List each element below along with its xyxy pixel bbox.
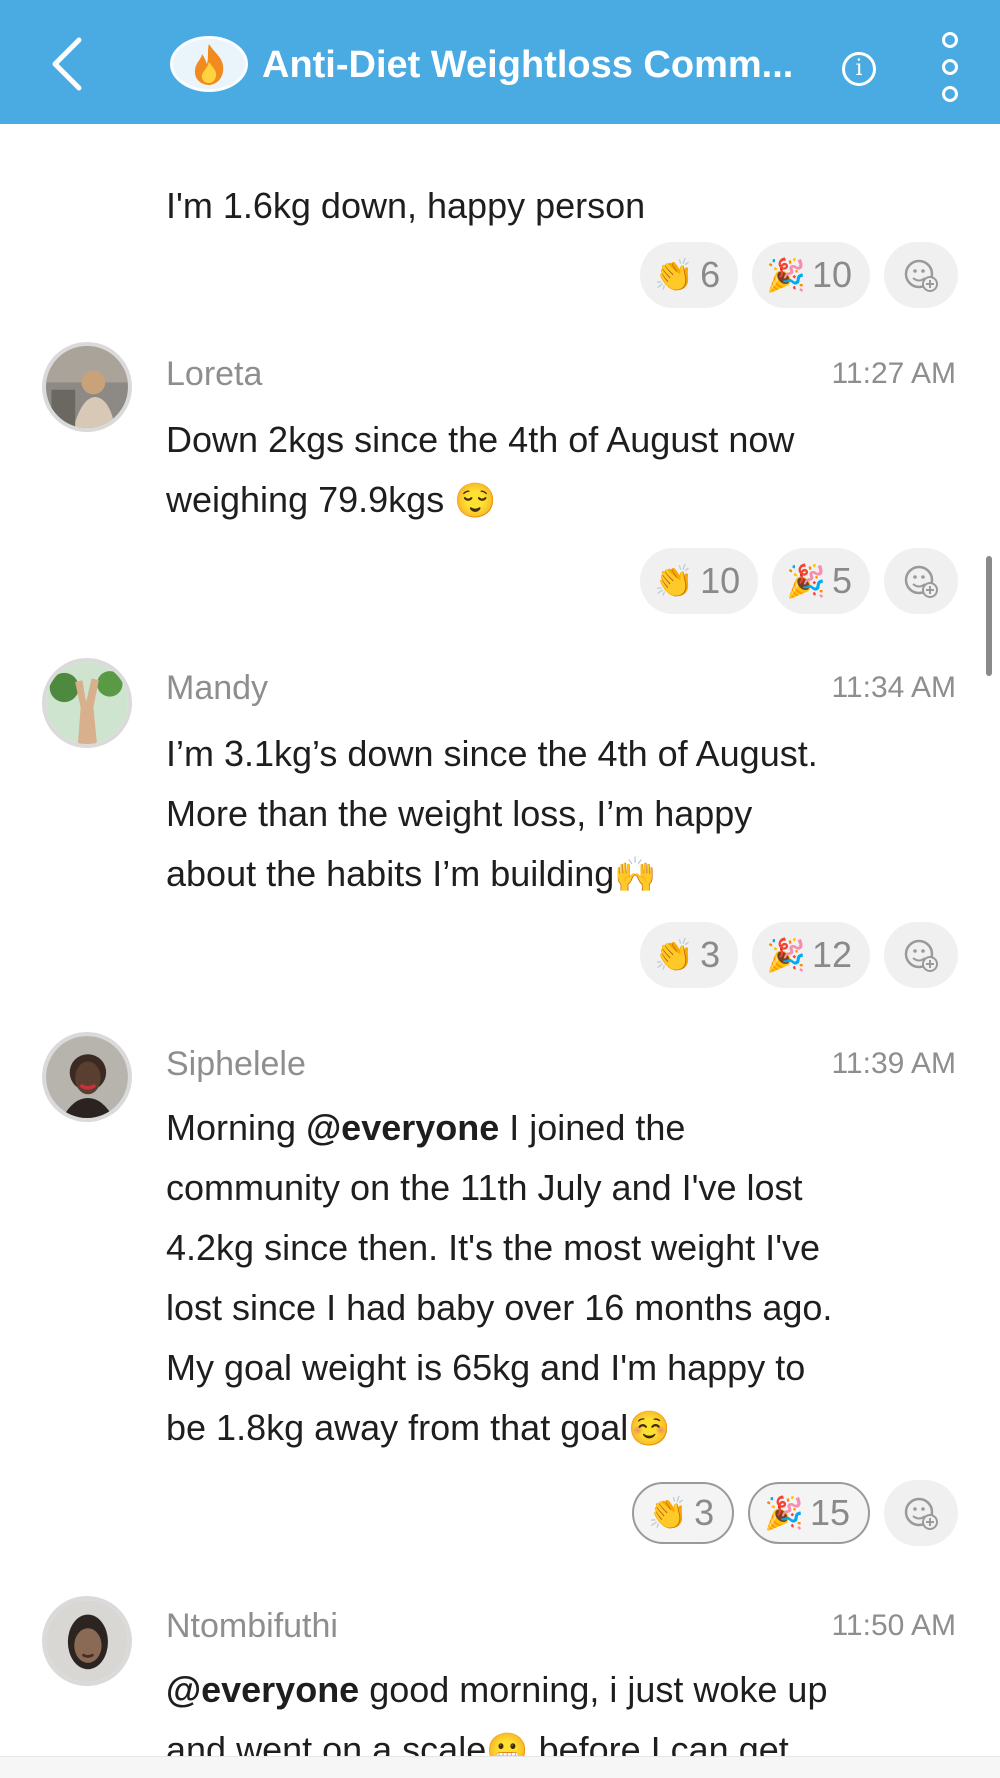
party-popper-icon: 🎉 (766, 257, 806, 293)
reaction-count: 5 (831, 560, 852, 601)
message-line: Down 2kgs since the 4th of August now (166, 419, 795, 460)
message-line-text: good morning, i just woke up (359, 1669, 828, 1710)
clap-reaction[interactable]: 👏 10 (640, 548, 759, 614)
clap-icon: 👏 (654, 563, 695, 599)
add-emoji-icon (904, 1497, 938, 1530)
message-line: @everyone good morning, i just woke up (166, 1660, 966, 1720)
message-line: I’m 3.1kg’s down since the 4th of August… (166, 733, 818, 774)
clap-icon: 👏 (654, 257, 695, 293)
message-author[interactable]: Mandy (166, 666, 268, 710)
dot-icon (942, 32, 958, 48)
message-line: weighing 79.9kgs 😌 (166, 470, 966, 531)
message-line: lost since I had baby over 16 months ago… (166, 1287, 833, 1328)
message-line: More than the weight loss, I’m happy (166, 793, 753, 834)
mention[interactable]: @everyone (166, 1669, 359, 1710)
add-emoji-icon (904, 259, 938, 292)
message-line-text: I joined the (499, 1107, 686, 1148)
scrollbar[interactable] (986, 556, 992, 676)
message-time: 11:27 AM (831, 357, 956, 390)
avatar-photo (46, 346, 128, 428)
avatar-photo (46, 1036, 128, 1118)
party-popper-icon: 🎉 (786, 563, 826, 599)
message-text: Morning @everyone I joined the community… (166, 1098, 966, 1459)
add-emoji-icon (904, 939, 938, 972)
message-author[interactable]: Loreta (166, 352, 262, 396)
add-emoji-icon (904, 565, 938, 598)
clap-reaction[interactable]: 👏 6 (640, 242, 739, 308)
message-time: 11:34 AM (831, 671, 956, 704)
raised-hands-icon: 🙌 (614, 856, 657, 894)
mention[interactable]: @everyone (306, 1107, 499, 1148)
add-reaction-button[interactable] (884, 242, 958, 308)
message-line: My goal weight is 65kg and I'm happy to (166, 1347, 806, 1388)
party-reaction[interactable]: 🎉 12 (752, 922, 870, 988)
message-line: Morning @everyone I joined the (166, 1107, 686, 1148)
composer-edge (0, 1756, 1000, 1778)
clap-icon: 👏 (654, 937, 695, 973)
message-line-text: be 1.8kg away from that goal (166, 1407, 629, 1448)
message-text: Down 2kgs since the 4th of August now we… (166, 410, 966, 531)
message-text: I’m 3.1kg’s down since the 4th of August… (166, 724, 966, 905)
message-line: 4.2kg since then. It's the most weight I… (166, 1227, 821, 1268)
more-options-button[interactable] (938, 32, 962, 102)
group-avatar[interactable] (170, 36, 248, 92)
chevron-left-icon (52, 37, 82, 91)
add-reaction-button[interactable] (884, 548, 958, 614)
chat-title[interactable]: Anti-Diet Weightloss Comm... (262, 42, 832, 88)
reaction-count: 3 (700, 934, 721, 975)
avatar[interactable] (42, 1596, 132, 1686)
message-author[interactable]: Siphelele (166, 1042, 306, 1086)
reaction-count: 3 (694, 1492, 715, 1533)
message-author[interactable]: Ntombifuthi (166, 1604, 338, 1648)
relieved-face-icon: 😌 (454, 482, 497, 520)
clap-icon: 👏 (648, 1495, 689, 1531)
reaction-count: 6 (700, 254, 721, 295)
reaction-bar: 👏 6 🎉 10 (640, 242, 958, 308)
chat-header: Anti-Diet Weightloss Comm... i (0, 0, 1000, 124)
reaction-count: 10 (700, 560, 741, 601)
party-popper-icon: 🎉 (764, 1495, 804, 1531)
message-line: community on the 11th July and I've lost (166, 1167, 803, 1208)
party-popper-icon: 🎉 (766, 937, 806, 973)
avatar[interactable] (42, 658, 132, 748)
avatar-photo (46, 1600, 128, 1682)
message-time: 11:50 AM (831, 1609, 956, 1642)
avatar[interactable] (42, 342, 132, 432)
reaction-bar: 👏 3 🎉 12 (640, 922, 958, 988)
reaction-bar: 👏 10 🎉 5 (640, 548, 958, 614)
back-button[interactable] (42, 34, 92, 94)
add-reaction-button[interactable] (884, 1480, 958, 1546)
info-button[interactable]: i (842, 52, 876, 86)
dot-icon (942, 59, 958, 75)
message-time: 11:39 AM (831, 1047, 956, 1080)
reaction-count: 15 (809, 1492, 850, 1533)
avatar-photo (46, 662, 128, 744)
message-line: be 1.8kg away from that goal☺️ (166, 1398, 966, 1459)
reaction-bar: 👏 3 🎉 15 (632, 1480, 958, 1546)
message-line-text: weighing 79.9kgs (166, 479, 445, 520)
message-line-text: about the habits I’m building (166, 853, 615, 894)
reaction-count: 12 (811, 934, 852, 975)
add-reaction-button[interactable] (884, 922, 958, 988)
dot-icon (942, 86, 958, 102)
avatar[interactable] (42, 1032, 132, 1122)
party-reaction[interactable]: 🎉 10 (752, 242, 870, 308)
message-text: I'm 1.6kg down, happy person (166, 185, 646, 226)
reaction-count: 10 (811, 254, 852, 295)
clap-reaction[interactable]: 👏 3 (632, 1482, 735, 1544)
smiling-face-icon: ☺️ (628, 1410, 671, 1448)
message-line: about the habits I’m building🙌 (166, 844, 966, 905)
fire-icon (194, 44, 224, 85)
party-reaction[interactable]: 🎉 15 (748, 1482, 870, 1544)
clap-reaction[interactable]: 👏 3 (640, 922, 739, 988)
party-reaction[interactable]: 🎉 5 (772, 548, 870, 614)
